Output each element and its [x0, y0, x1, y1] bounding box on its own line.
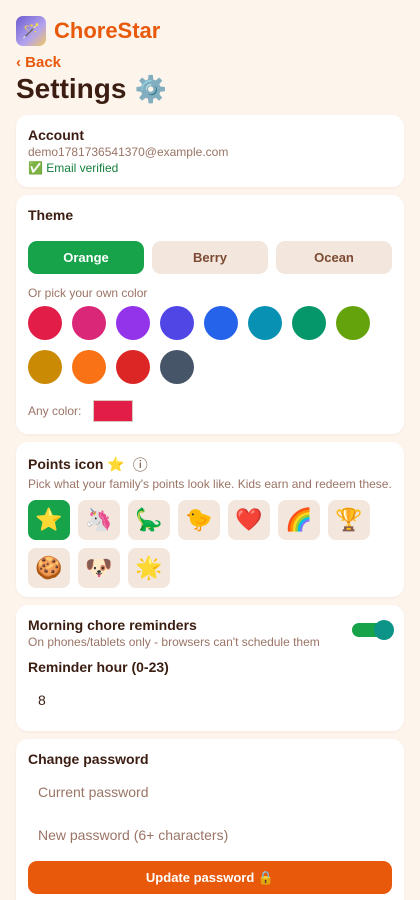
reminder-hour-label: Reminder hour (0-23)	[28, 659, 169, 675]
account-card: Account demo1781736541370@example.com ✅ …	[16, 115, 404, 187]
password-card: Change password Current password New pas…	[16, 739, 404, 900]
points-icon-option[interactable]: 🐶	[78, 548, 120, 588]
info-icon[interactable]: ⓘ	[133, 454, 148, 475]
color-swatches	[28, 306, 388, 384]
color-swatch[interactable]	[28, 306, 62, 340]
color-swatch[interactable]	[72, 306, 106, 340]
toggle-knob	[374, 620, 394, 640]
account-title: Account	[28, 127, 84, 143]
page-title-text: Settings	[16, 73, 127, 104]
points-icon-card: Points icon ⭐ ⓘ Pick what your family's …	[16, 442, 404, 597]
points-title: Points icon ⭐	[28, 456, 125, 472]
current-password-input[interactable]: Current password	[28, 784, 392, 800]
points-icon-option[interactable]: 🌟	[128, 548, 170, 588]
account-email: demo1781736541370@example.com	[28, 145, 229, 159]
points-icon-option[interactable]: 🏆	[328, 500, 370, 540]
color-swatch[interactable]	[116, 350, 150, 384]
points-icon-option[interactable]: 🍪	[28, 548, 70, 588]
any-color-picker[interactable]	[93, 400, 134, 422]
color-swatch[interactable]	[72, 350, 106, 384]
back-link[interactable]: ‹ Back	[16, 54, 61, 71]
reminders-toggle[interactable]	[352, 620, 394, 640]
any-color-row: Any color:	[28, 400, 392, 422]
color-swatch[interactable]	[204, 306, 238, 340]
reminders-title: Morning chore reminders	[28, 617, 197, 633]
app-header: 🪄 ChoreStar	[16, 16, 160, 46]
gear-icon: ⚙️	[134, 73, 167, 104]
color-swatch[interactable]	[248, 306, 282, 340]
theme-berry-button[interactable]: Berry	[152, 241, 268, 274]
points-icon-option[interactable]: 🐤	[178, 500, 220, 540]
reminders-subtitle: On phones/tablets only - browsers can't …	[28, 635, 320, 649]
reminder-hour-input[interactable]: 8	[28, 692, 392, 708]
theme-card: Theme Orange Berry Ocean Or pick your ow…	[16, 195, 404, 434]
color-swatch[interactable]	[116, 306, 150, 340]
points-icon-option[interactable]: ❤️	[228, 500, 270, 540]
theme-ocean-button[interactable]: Ocean	[276, 241, 392, 274]
update-password-button[interactable]: Update password 🔒	[28, 861, 392, 894]
color-swatch[interactable]	[28, 350, 62, 384]
points-icon-option[interactable]: 🌈	[278, 500, 320, 540]
color-swatch[interactable]	[160, 350, 194, 384]
points-icon-grid: ⭐ 🦄 🦕 🐤 ❤️ 🌈 🏆 🍪 🐶 🌟	[28, 500, 388, 588]
new-password-input[interactable]: New password (6+ characters)	[28, 827, 392, 843]
reminders-card: Morning chore reminders On phones/tablet…	[16, 605, 404, 731]
color-swatch[interactable]	[292, 306, 326, 340]
app-logo-icon: 🪄	[16, 16, 46, 46]
points-icon-option[interactable]: 🦄	[78, 500, 120, 540]
color-swatch[interactable]	[336, 306, 370, 340]
custom-color-label: Or pick your own color	[28, 286, 148, 300]
logo-glyph: 🪄	[21, 23, 41, 40]
color-swatch[interactable]	[160, 306, 194, 340]
theme-options: Orange Berry Ocean	[28, 241, 392, 274]
app-name: ChoreStar	[54, 18, 161, 43]
theme-title: Theme	[28, 207, 74, 223]
page-title: Settings ⚙️	[16, 73, 167, 105]
points-description: Pick what your family's points look like…	[28, 477, 392, 491]
email-verified-badge: ✅ Email verified	[28, 161, 119, 175]
points-icon-option[interactable]: 🦕	[128, 500, 170, 540]
theme-orange-button[interactable]: Orange	[28, 241, 144, 274]
points-header: Points icon ⭐ ⓘ	[28, 454, 392, 475]
any-color-label: Any color:	[28, 404, 82, 418]
points-icon-option[interactable]: ⭐	[28, 500, 70, 540]
password-title: Change password	[28, 751, 149, 767]
